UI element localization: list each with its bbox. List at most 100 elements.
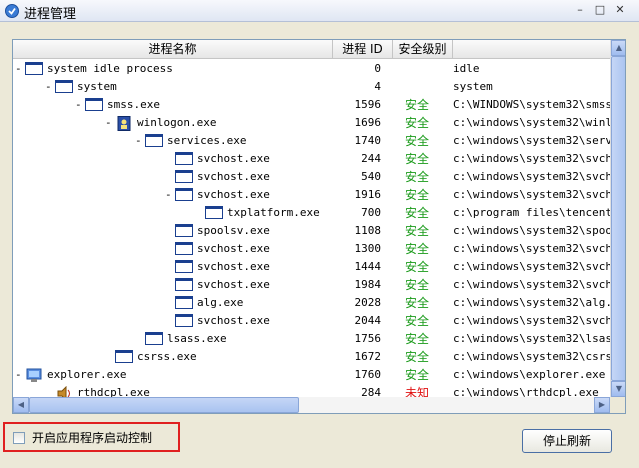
security-level: 安全 <box>405 152 430 166</box>
tree-collapse-toggle[interactable]: - <box>165 186 172 204</box>
horizontal-scrollbar[interactable]: ◀ ▶ <box>13 397 610 413</box>
tree-collapse-toggle[interactable]: - <box>135 132 142 150</box>
stop-refresh-button[interactable]: 停止刷新 <box>522 429 612 453</box>
process-path: c:\windows\system32\svchos <box>453 188 610 201</box>
table-row[interactable]: - system 4 system <box>13 78 610 96</box>
table-row[interactable]: - smss.exe 1596 安全 C:\WINDOWS\system32\smss.… <box>13 96 610 114</box>
table-row[interactable]: rthdcpl.exe 284 未知 c:\windows\rthdcpl.exe <box>13 384 610 397</box>
process-path: idle <box>453 62 480 75</box>
table-row[interactable]: - system idle process 0 idle <box>13 60 610 78</box>
process-name: spoolsv.exe <box>197 224 270 237</box>
tree-collapse-toggle[interactable]: - <box>105 114 112 132</box>
window-icon <box>175 242 193 255</box>
process-name: svchost.exe <box>197 314 270 327</box>
security-level: 安全 <box>405 260 430 274</box>
table-row[interactable]: spoolsv.exe 1108 安全 c:\windows\system32\spo… <box>13 222 610 240</box>
process-path: c:\windows\rthdcpl.exe <box>453 386 599 397</box>
scroll-down-icon[interactable]: ▼ <box>611 381 625 397</box>
tree-collapse-toggle[interactable]: - <box>75 96 82 114</box>
process-id: 0 <box>374 62 381 75</box>
table-row[interactable]: svchost.exe 540 安全 c:\windows\system32\svch… <box>13 168 610 186</box>
process-path: c:\windows\system32\servic <box>453 134 610 147</box>
process-name: svchost.exe <box>197 188 270 201</box>
security-level: 安全 <box>405 296 430 310</box>
window-icon <box>175 314 193 327</box>
column-header-name[interactable]: 进程名称 <box>13 40 333 59</box>
process-id: 2044 <box>354 314 382 327</box>
speaker-icon <box>55 385 73 397</box>
process-name: services.exe <box>167 134 247 147</box>
process-name: svchost.exe <box>197 242 270 255</box>
security-level: 安全 <box>405 170 430 184</box>
process-id: 1760 <box>354 368 382 381</box>
process-path: c:\program files\tencent\q <box>453 206 610 219</box>
process-path: c:\windows\system32\alg.ex <box>453 296 610 309</box>
process-name: system idle process <box>47 62 173 75</box>
security-level: 安全 <box>405 368 430 382</box>
table-row[interactable]: txplatform.exe 700 安全 c:\program files\tenc… <box>13 204 610 222</box>
tree-collapse-toggle[interactable]: - <box>15 60 22 78</box>
title-bar: 进程管理 – □ ✕ <box>0 0 639 22</box>
column-header-path[interactable] <box>453 40 610 59</box>
close-icon[interactable]: ✕ <box>611 2 629 18</box>
table-row[interactable]: - winlogon.exe 1696 安全 c:\windows\system32\w… <box>13 114 610 132</box>
maximize-icon[interactable]: □ <box>591 2 609 18</box>
process-name: lsass.exe <box>167 332 227 345</box>
table-row[interactable]: svchost.exe 1300 安全 c:\windows\system32\svc… <box>13 240 610 258</box>
table-row[interactable]: svchost.exe 2044 安全 c:\windows\system32\svc… <box>13 312 610 330</box>
security-level: 安全 <box>405 278 430 292</box>
scroll-left-icon[interactable]: ◀ <box>13 397 29 413</box>
process-id: 1696 <box>354 116 382 129</box>
process-name: rthdcpl.exe <box>77 386 150 397</box>
window-icon <box>175 296 193 309</box>
vertical-scrollbar[interactable]: ▲ ▼ <box>610 40 625 397</box>
process-id: 1756 <box>354 332 382 345</box>
process-name: explorer.exe <box>47 368 127 381</box>
winlogon-icon <box>115 116 133 131</box>
table-row[interactable]: svchost.exe 244 安全 c:\windows\system32\svch… <box>13 150 610 168</box>
scroll-up-icon[interactable]: ▲ <box>611 40 625 56</box>
table-row[interactable]: svchost.exe 1444 安全 c:\windows\system32\svc… <box>13 258 610 276</box>
horizontal-scroll-thumb[interactable] <box>29 397 299 413</box>
window-icon <box>25 62 43 75</box>
startup-control-label[interactable]: 开启应用程序启动控制 <box>32 429 152 446</box>
table-row[interactable]: - svchost.exe 1916 安全 c:\windows\system32\sv… <box>13 186 610 204</box>
process-path: c:\windows\system32\csrss. <box>453 350 610 363</box>
scroll-right-icon[interactable]: ▶ <box>594 397 610 413</box>
security-level: 安全 <box>405 134 430 148</box>
process-id: 1596 <box>354 98 382 111</box>
process-name: svchost.exe <box>197 260 270 273</box>
security-level: 安全 <box>405 98 430 112</box>
column-header-security[interactable]: 安全级别 <box>393 40 453 59</box>
process-path: c:\windows\system32\svchos <box>453 314 610 327</box>
vertical-scroll-thumb[interactable] <box>611 56 625 381</box>
process-path: c:\windows\system32\svchos <box>453 170 610 183</box>
process-path: c:\windows\explorer.exe <box>453 368 606 381</box>
process-id: 700 <box>361 206 381 219</box>
process-id: 1916 <box>354 188 382 201</box>
tree-collapse-toggle[interactable]: - <box>15 366 22 384</box>
process-path: system <box>453 80 493 93</box>
table-row[interactable]: csrss.exe 1672 安全 c:\windows\system32\csrss… <box>13 348 610 366</box>
table-row[interactable]: - services.exe 1740 安全 c:\windows\system32\s… <box>13 132 610 150</box>
table-row[interactable]: alg.exe 2028 安全 c:\windows\system32\alg.ex <box>13 294 610 312</box>
minimize-icon[interactable]: – <box>571 2 589 18</box>
table-row[interactable]: lsass.exe 1756 安全 c:\windows\system32\lsass… <box>13 330 610 348</box>
process-path: c:\windows\system32\winlog <box>453 116 610 129</box>
explorer-icon <box>25 368 43 382</box>
process-name: smss.exe <box>107 98 160 111</box>
column-header-pid[interactable]: 进程 ID <box>333 40 393 59</box>
process-path: c:\windows\system32\svchos <box>453 242 610 255</box>
list-header: 进程名称 进程 ID 安全级别 <box>13 40 610 59</box>
window-icon <box>85 98 103 111</box>
process-id: 2028 <box>354 296 382 309</box>
process-list[interactable]: 进程名称 进程 ID 安全级别 - system idle process 0 idl… <box>12 39 626 414</box>
table-row[interactable]: - explorer.exe 1760 安全 c:\windows\explorer.e… <box>13 366 610 384</box>
startup-control-checkbox[interactable] <box>13 432 25 444</box>
process-name: winlogon.exe <box>137 116 217 129</box>
process-name: svchost.exe <box>197 170 270 183</box>
table-row[interactable]: svchost.exe 1984 安全 c:\windows\system32\svc… <box>13 276 610 294</box>
process-id: 1444 <box>354 260 382 273</box>
tree-collapse-toggle[interactable]: - <box>45 78 52 96</box>
security-level: 安全 <box>405 242 430 256</box>
